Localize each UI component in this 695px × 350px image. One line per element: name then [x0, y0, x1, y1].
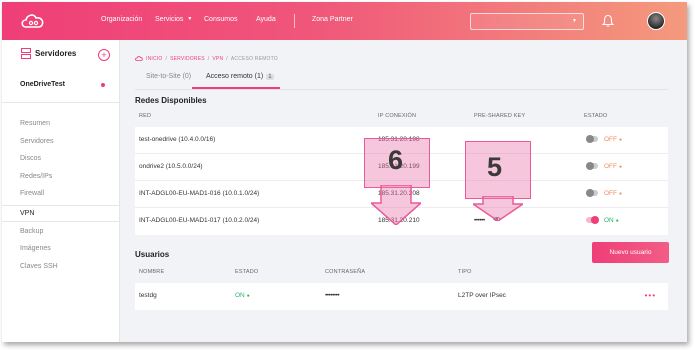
col-head-estado: ESTADO: [584, 113, 608, 119]
sidebar-item-discos[interactable]: Discos: [20, 155, 41, 162]
annotation-number-5: 5: [487, 152, 503, 182]
server-status-dot: [101, 83, 105, 87]
user-avatar[interactable]: [647, 12, 665, 30]
nav-ayuda[interactable]: Ayuda: [256, 16, 276, 23]
user-status: ON ●: [235, 292, 250, 299]
sidebar-item-firewall[interactable]: Firewall: [20, 190, 44, 197]
more-options-icon[interactable]: •••: [645, 291, 656, 300]
status-dot-icon: ●: [619, 191, 623, 197]
col-head-estado: ESTADO: [235, 269, 259, 275]
tabs-divider: [135, 89, 668, 90]
status-label: OFF: [604, 163, 617, 170]
status-label: OFF: [604, 190, 617, 197]
status-dot-icon: ●: [619, 164, 623, 170]
add-server-button[interactable]: +: [98, 49, 110, 61]
networks-section-title: Redes Disponibles: [135, 96, 207, 105]
top-select-dropdown[interactable]: ▼: [470, 13, 584, 30]
col-head-tipo: TIPO: [458, 269, 472, 275]
nav-divider: [294, 14, 295, 28]
sidebar-item-backup[interactable]: Backup: [20, 228, 43, 235]
user-name: testdg: [139, 292, 157, 299]
status-dot-icon: ●: [619, 137, 623, 143]
sidebar-title: Servidores: [35, 49, 77, 58]
annotation-arrow-5: [473, 196, 523, 221]
status-text: OFF ●: [604, 136, 622, 143]
user-type: L2TP over IPsec: [458, 292, 506, 299]
tab-site-to-site[interactable]: Site-to-Site (0): [146, 73, 191, 80]
breadcrumb: INICIO / SERVIDORES / VPN / ACCESO REMOTO: [135, 56, 278, 62]
col-head-red: RED: [139, 113, 152, 119]
user-password: ••••••••: [325, 292, 340, 299]
status-dot-icon: ●: [246, 293, 250, 299]
status-label: OFF: [604, 136, 617, 143]
top-navigation-bar: Organización Servicios ▼ Consumos Ayuda Z…: [2, 2, 687, 40]
status-label: ON: [604, 217, 614, 224]
nav-servicios-label: Servicios: [155, 16, 184, 23]
nav-zona-partner[interactable]: Zona Partner: [312, 16, 353, 23]
breadcrumb-separator: /: [165, 56, 168, 62]
status-toggle[interactable]: [586, 216, 599, 224]
server-icon: [21, 48, 31, 59]
tab-acceso-remoto[interactable]: Acceso remoto (1) 1: [206, 73, 274, 80]
sidebar-item-resumen[interactable]: Resumen: [20, 120, 50, 127]
annotation-arrow-6: [371, 185, 421, 225]
new-user-button[interactable]: Nuevo usuario: [592, 242, 669, 263]
status-toggle[interactable]: [586, 162, 598, 170]
status-toggle[interactable]: [586, 189, 598, 197]
network-name: test-onedrive (10.4.0.0/16): [139, 136, 216, 143]
cloud-logo-icon[interactable]: [20, 11, 46, 31]
status-text: ON ●: [604, 217, 619, 224]
tab-count-badge: 1: [266, 74, 274, 80]
sidebar-item-redes-ips[interactable]: Redes/IPs: [20, 173, 52, 180]
nav-consumos[interactable]: Consumos: [204, 16, 237, 23]
sidebar-item-servidores[interactable]: Servidores: [20, 138, 53, 145]
nav-servicios[interactable]: Servicios ▼: [155, 16, 192, 23]
sidebar-item-vpn[interactable]: VPN: [20, 210, 34, 217]
breadcrumb-separator: /: [226, 56, 228, 62]
breadcrumb-vpn[interactable]: VPN: [212, 56, 223, 62]
col-head-ip: IP CONEXIÓN: [378, 113, 417, 119]
status-text: OFF ●: [604, 190, 622, 197]
users-section-title: Usuarios: [135, 250, 170, 259]
status-label: ON: [235, 292, 245, 299]
status-text: OFF ●: [604, 163, 622, 170]
network-name: INT-ADGL00-EU-MAD1-017 (10.0.2.0/24): [139, 217, 260, 224]
breadcrumb-separator: /: [207, 56, 210, 62]
users-table: testdg ON ● •••••••• L2TP over IPsec •••: [135, 283, 668, 310]
breadcrumb-servidores[interactable]: SERVIDORES: [170, 56, 205, 62]
network-name: ondrive2 (10.5.0.0/24): [139, 163, 203, 170]
col-head-contrasena: CONTRASEÑA: [325, 269, 366, 275]
tab-acceso-remoto-label: Acceso remoto (1): [206, 73, 264, 80]
col-head-psk: PRE-SHARED KEY: [474, 113, 526, 119]
sidebar: Servidores + OneDriveTest Resumen Servid…: [2, 40, 120, 342]
bell-icon[interactable]: [602, 14, 614, 28]
sidebar-item-claves-ssh[interactable]: Claves SSH: [20, 263, 58, 270]
chevron-down-icon: ▼: [572, 18, 577, 24]
breadcrumb-current: ACCESO REMOTO: [230, 56, 278, 62]
sidebar-server-name[interactable]: OneDriveTest: [20, 81, 65, 88]
nav-organizacion[interactable]: Organización: [101, 16, 142, 23]
status-toggle[interactable]: [586, 135, 598, 143]
table-row[interactable]: testdg ON ● •••••••• L2TP over IPsec •••: [135, 283, 668, 310]
app-window: Organización Servicios ▼ Consumos Ayuda Z…: [2, 2, 687, 342]
sidebar-divider: [2, 102, 119, 103]
annotation-number-6: 6: [388, 145, 404, 175]
col-head-nombre: NOMBRE: [139, 269, 165, 275]
status-dot-icon: ●: [615, 218, 619, 224]
sidebar-item-imagenes[interactable]: Imágenes: [20, 245, 51, 252]
chevron-down-icon: ▼: [187, 16, 193, 23]
network-name: INT-ADGL00-EU-MAD1-016 (10.0.1.0/24): [139, 190, 260, 197]
breadcrumb-inicio[interactable]: INICIO: [146, 56, 162, 62]
cloud-home-icon: [135, 56, 143, 62]
